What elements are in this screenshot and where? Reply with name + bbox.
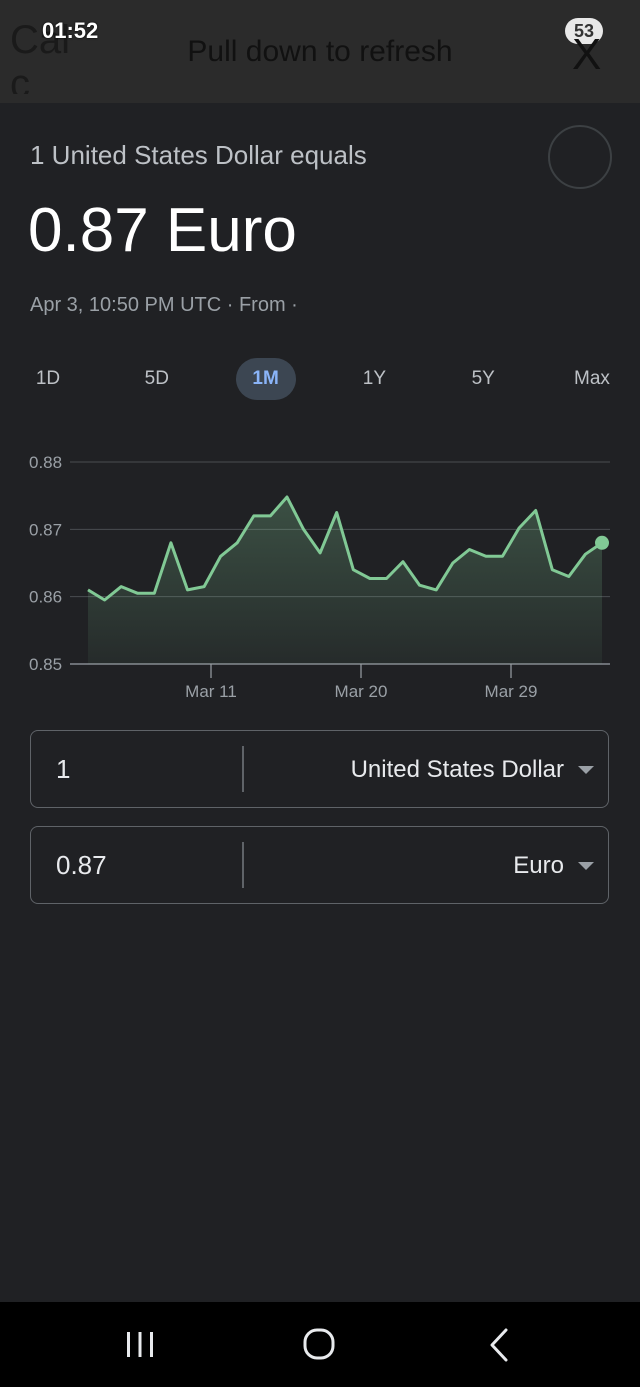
field-divider: [242, 746, 244, 792]
dropdown-caret-icon: [578, 862, 594, 870]
tab-5y[interactable]: 5Y: [453, 358, 513, 400]
rate-timestamp: Apr 3, 10:50 PM UTC · From ·: [30, 294, 298, 316]
dropdown-caret-icon: [578, 766, 594, 774]
tab-1m[interactable]: 1M: [235, 358, 296, 400]
to-amount-input[interactable]: [54, 849, 228, 882]
y-tick-label: 0.88: [29, 453, 62, 472]
conversion-label: 1 United States Dollar equals: [30, 140, 367, 170]
to-currency-label: Euro: [513, 852, 564, 879]
exchange-rate-chart[interactable]: 0.88 0.87 0.86 0.85 Mar 11 Mar 20 Mar 29: [0, 440, 640, 710]
tab-1d[interactable]: 1D: [18, 358, 78, 400]
to-currency-select[interactable]: Euro: [513, 827, 594, 905]
from-currency-field: United States Dollar: [30, 730, 609, 808]
to-currency-field: Euro: [30, 826, 609, 904]
system-nav-bar: [0, 1302, 640, 1387]
home-icon[interactable]: [294, 1322, 344, 1368]
x-tick-label: Mar 11: [185, 682, 237, 701]
tab-max[interactable]: Max: [562, 358, 622, 400]
y-tick-label: 0.85: [29, 655, 62, 674]
recent-apps-icon[interactable]: [115, 1322, 165, 1368]
back-icon[interactable]: [474, 1322, 524, 1368]
top-bar: Cal c 01:52 Pull down to refresh 53 X: [0, 0, 640, 103]
x-tick-label: Mar 29: [485, 682, 538, 701]
chart-last-point: [595, 535, 609, 550]
y-tick-label: 0.87: [29, 520, 62, 539]
from-currency-label: United States Dollar: [350, 756, 564, 783]
field-divider: [242, 842, 244, 888]
pull-to-refresh-hint: Pull down to refresh: [187, 35, 453, 68]
tab-1y[interactable]: 1Y: [344, 358, 404, 400]
close-button[interactable]: X: [572, 30, 601, 80]
from-amount-input[interactable]: [54, 753, 228, 786]
y-tick-label: 0.86: [29, 588, 62, 607]
share-circle-button[interactable]: [548, 125, 612, 189]
range-tabs: 1D 5D 1M 1Y 5Y Max: [18, 358, 622, 400]
from-currency-select[interactable]: United States Dollar: [351, 731, 594, 809]
tab-5d[interactable]: 5D: [127, 358, 187, 400]
x-tick-label: Mar 20: [335, 682, 388, 701]
conversion-result: 0.87 Euro: [28, 196, 297, 265]
